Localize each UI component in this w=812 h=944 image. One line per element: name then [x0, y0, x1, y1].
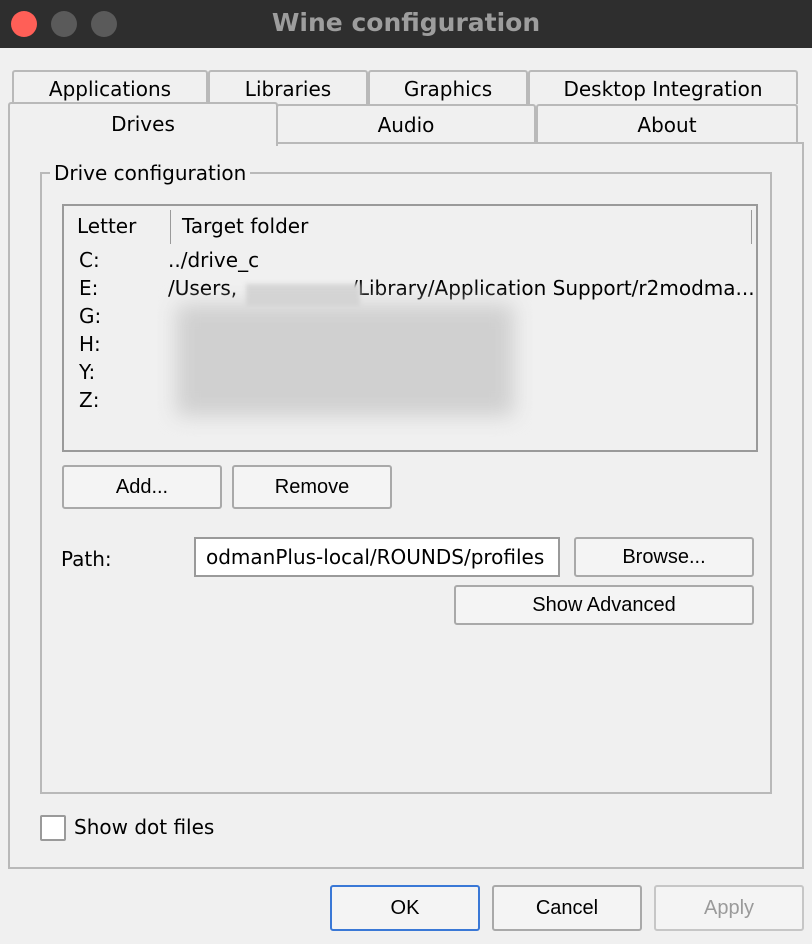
- column-divider[interactable]: [751, 210, 752, 244]
- cancel-button[interactable]: Cancel: [492, 885, 642, 931]
- tab-libraries[interactable]: Libraries: [208, 70, 368, 104]
- tab-desktop-integration[interactable]: Desktop Integration: [528, 70, 798, 104]
- show-dot-files-checkbox[interactable]: [40, 815, 66, 841]
- remove-drive-button[interactable]: Remove: [232, 465, 392, 509]
- browse-button[interactable]: Browse...: [574, 537, 754, 577]
- drive-letter: Y:: [79, 360, 96, 384]
- tab-drives[interactable]: Drives: [8, 102, 278, 146]
- ok-button[interactable]: OK: [330, 885, 480, 931]
- drive-letter: H:: [79, 332, 101, 356]
- tab-about[interactable]: About: [536, 104, 798, 144]
- tab-label: Libraries: [244, 77, 332, 101]
- drive-letter: E:: [79, 276, 99, 300]
- window-title: Wine configuration: [271, 8, 541, 37]
- redacted-text: [246, 284, 360, 306]
- tab-applications[interactable]: Applications: [12, 70, 208, 104]
- column-header-letter[interactable]: Letter: [77, 214, 136, 238]
- tab-label: Applications: [48, 77, 172, 101]
- drive-letter: G:: [79, 304, 102, 328]
- apply-button[interactable]: Apply: [654, 885, 804, 931]
- path-label: Path:: [61, 547, 112, 571]
- add-drive-button[interactable]: Add...: [62, 465, 222, 509]
- drives-list[interactable]: Letter Target folder C: ../drive_c E: /U…: [62, 204, 758, 452]
- list-item[interactable]: E: /Users, /Library/Application Support/r…: [64, 276, 756, 306]
- tab-label: Desktop Integration: [563, 77, 763, 101]
- tab-graphics[interactable]: Graphics: [368, 70, 528, 104]
- tab-audio[interactable]: Audio: [276, 104, 536, 144]
- redacted-region: [176, 304, 514, 416]
- title-bar: Wine configuration: [0, 0, 812, 48]
- tab-label: Graphics: [403, 77, 493, 101]
- show-advanced-button[interactable]: Show Advanced: [454, 585, 754, 625]
- drive-letter: Z:: [79, 388, 100, 412]
- path-input[interactable]: odmanPlus-local/ROUNDS/profiles: [194, 537, 560, 577]
- tab-label: Audio: [377, 113, 435, 137]
- list-item[interactable]: C: ../drive_c: [64, 248, 756, 276]
- tab-label: About: [637, 113, 697, 137]
- drive-target-start: /Users,: [168, 276, 238, 300]
- tab-label: Drives: [111, 112, 175, 136]
- group-label: Drive configuration: [50, 161, 251, 185]
- drive-target: ../drive_c: [168, 248, 260, 272]
- drive-letter: C:: [79, 248, 100, 272]
- drive-target-end: /Library/Application Support/r2modma...: [351, 276, 755, 300]
- show-dot-files-label[interactable]: Show dot files: [74, 815, 214, 839]
- list-header: Letter Target folder: [64, 206, 756, 246]
- column-header-target[interactable]: Target folder: [182, 214, 308, 238]
- column-divider[interactable]: [170, 210, 171, 244]
